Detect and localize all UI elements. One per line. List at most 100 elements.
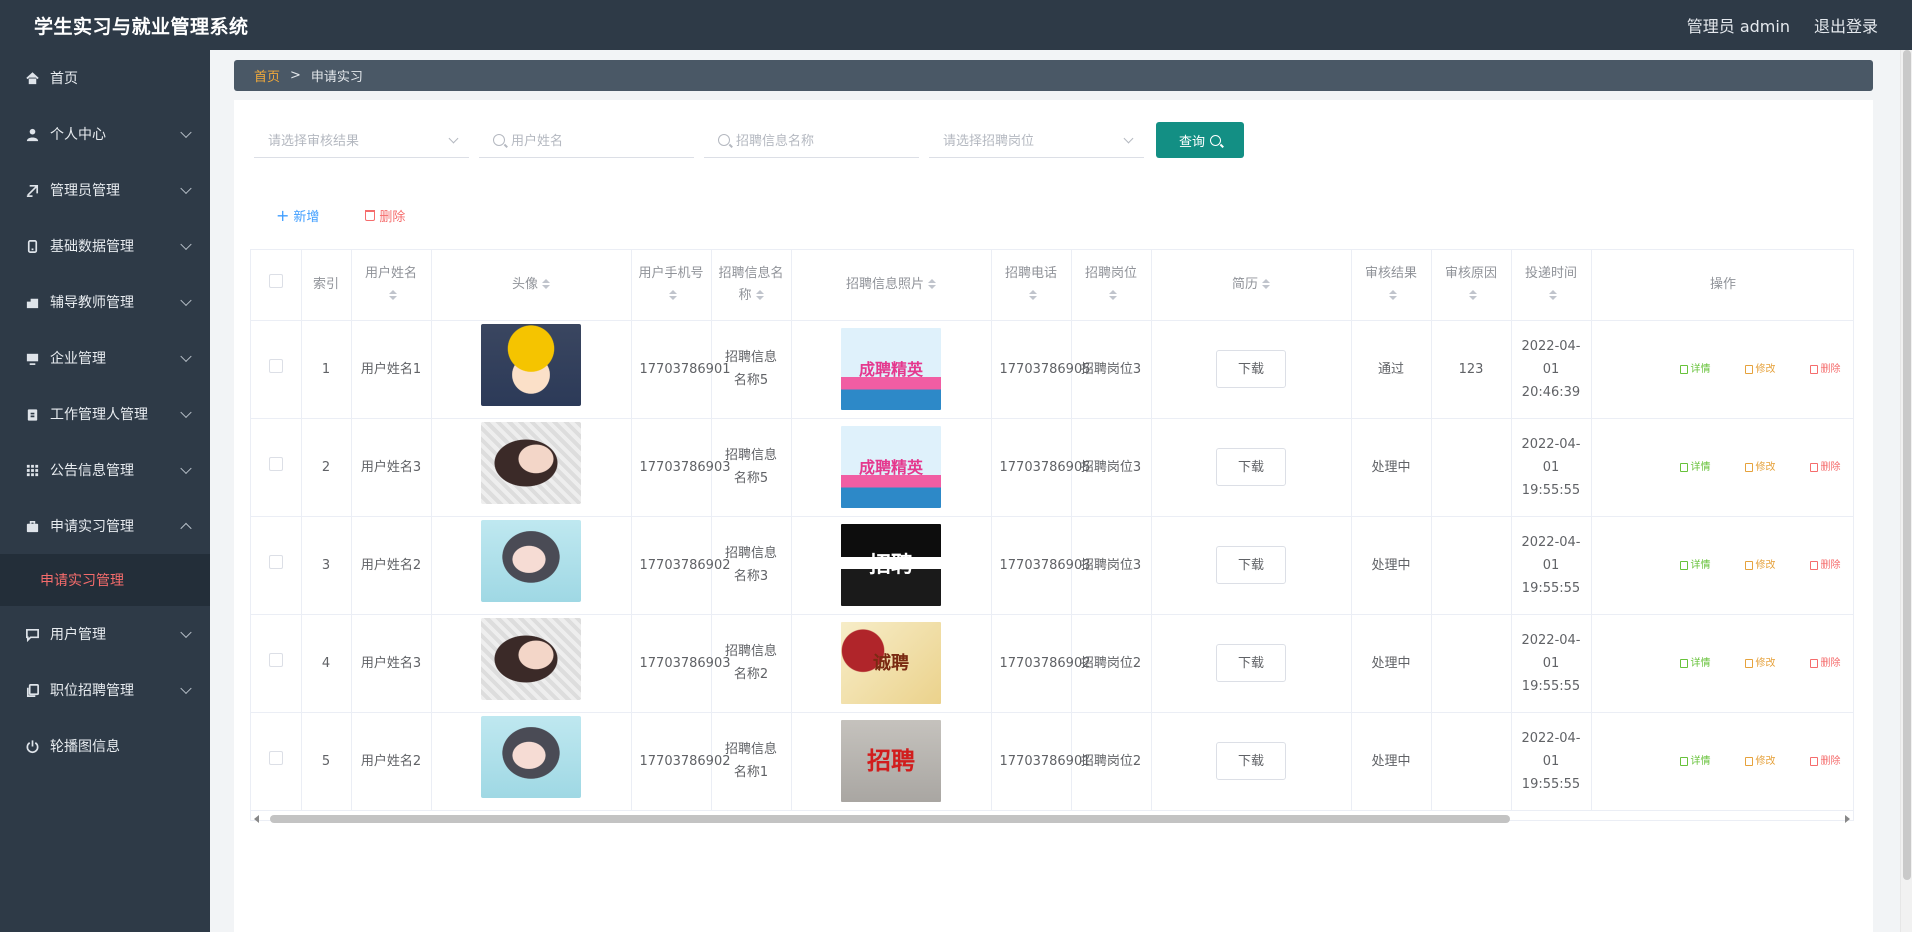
header-actions: 管理员 admin 退出登录 — [1687, 13, 1878, 37]
row-select[interactable] — [251, 320, 302, 419]
cell-avatar — [431, 516, 632, 615]
batch-delete-button[interactable]: 删除 — [365, 206, 405, 225]
col-job-info-photo[interactable]: 招聘信息照片 — [791, 250, 992, 321]
scroll-left-icon[interactable] — [254, 815, 259, 823]
select-all-checkbox[interactable] — [268, 273, 283, 288]
scrollbar-thumb[interactable] — [270, 815, 1510, 823]
col-audit-reason[interactable]: 审核原因 — [1431, 250, 1512, 321]
resume-download-button[interactable]: 下载 — [1216, 644, 1286, 682]
avatar[interactable] — [481, 520, 581, 602]
breadcrumb-home[interactable]: 首页 — [254, 66, 280, 85]
avatar[interactable] — [481, 324, 581, 406]
cell-index: 4 — [301, 614, 352, 713]
col-audit-result[interactable]: 审核结果 — [1351, 250, 1432, 321]
cell-job-info-photo: 成聘精英 — [791, 320, 992, 419]
view-detail-button[interactable]: 详情 — [1679, 554, 1711, 577]
sidebar-item-home[interactable]: 首页 — [0, 50, 210, 106]
row-checkbox[interactable] — [268, 750, 283, 765]
resume-download-button[interactable]: 下载 — [1216, 546, 1286, 584]
col-ops: 操作 — [1591, 250, 1853, 321]
delete-button[interactable]: 删除 — [1809, 652, 1841, 675]
document-icon — [1679, 756, 1688, 766]
search-icon — [1210, 134, 1221, 146]
col-user-name[interactable]: 用户姓名 — [351, 250, 432, 321]
row-checkbox[interactable] — [268, 358, 283, 373]
current-user[interactable]: 管理员 admin — [1687, 13, 1790, 37]
avatar[interactable] — [481, 716, 581, 798]
sidebar-item-job-recruit[interactable]: 职位招聘管理 — [0, 662, 210, 718]
sidebar-item-internship-apply[interactable]: 申请实习管理 — [0, 498, 210, 554]
row-checkbox[interactable] — [268, 652, 283, 667]
logout-link[interactable]: 退出登录 — [1814, 13, 1878, 37]
view-detail-button[interactable]: 详情 — [1679, 358, 1711, 381]
col-avatar[interactable]: 头像 — [431, 250, 632, 321]
avatar[interactable] — [481, 422, 581, 504]
sidebar-item-banners[interactable]: 轮播图信息 — [0, 718, 210, 774]
cell-user-phone: 17703786903 — [631, 418, 730, 517]
col-job-position[interactable]: 招聘岗位 — [1071, 250, 1152, 321]
sidebar-item-work-managers[interactable]: 工作管理人管理 — [0, 386, 210, 442]
job-info-name-input[interactable]: 招聘信息名称 — [704, 122, 919, 158]
cell-resume: 下载 — [1151, 418, 1352, 517]
chevron-down-icon — [180, 462, 192, 475]
view-detail-button[interactable]: 详情 — [1679, 456, 1711, 479]
add-button[interactable]: + 新增 — [276, 206, 319, 225]
cell-audit-reason — [1431, 516, 1512, 615]
col-job-phone[interactable]: 招聘电话 — [991, 250, 1072, 321]
delete-button[interactable]: 删除 — [1809, 456, 1841, 479]
edit-button[interactable]: 修改 — [1744, 358, 1776, 381]
delete-button[interactable]: 删除 — [1809, 750, 1841, 773]
delete-button[interactable]: 删除 — [1809, 554, 1841, 577]
top-bar: 学生实习与就业管理系统 管理员 admin 退出登录 — [0, 0, 1912, 50]
row-select[interactable] — [251, 614, 302, 713]
row-checkbox[interactable] — [268, 554, 283, 569]
view-detail-button[interactable]: 详情 — [1679, 750, 1711, 773]
select-all-header[interactable] — [251, 250, 302, 321]
row-checkbox[interactable] — [268, 456, 283, 471]
col-submit-time[interactable]: 投递时间 — [1511, 250, 1592, 321]
edit-button[interactable]: 修改 — [1744, 750, 1776, 773]
resume-download-button[interactable]: 下载 — [1216, 448, 1286, 486]
col-resume[interactable]: 简历 — [1151, 250, 1352, 321]
resume-download-button[interactable]: 下载 — [1216, 350, 1286, 388]
row-select[interactable] — [251, 516, 302, 615]
sidebar-item-users[interactable]: 用户管理 — [0, 606, 210, 662]
query-button[interactable]: 查询 — [1156, 122, 1244, 158]
pencil-icon — [1744, 364, 1753, 374]
vertical-scrollbar[interactable] — [1900, 50, 1912, 932]
sidebar-item-companies[interactable]: 企业管理 — [0, 330, 210, 386]
row-select[interactable] — [251, 712, 302, 811]
edit-button[interactable]: 修改 — [1744, 554, 1776, 577]
cell-audit-result: 通过 — [1351, 320, 1432, 419]
view-detail-button[interactable]: 详情 — [1679, 652, 1711, 675]
job-poster-image[interactable]: 诚聘 — [841, 622, 941, 704]
job-poster-image[interactable]: 招聘 — [841, 720, 941, 802]
sidebar-item-basic-data[interactable]: 基础数据管理 — [0, 218, 210, 274]
user-name-input[interactable]: 用户姓名 — [479, 122, 694, 158]
sidebar-item-profile[interactable]: 个人中心 — [0, 106, 210, 162]
cell-job-position: 招聘岗位3 — [1071, 516, 1152, 615]
horizontal-scrollbar[interactable] — [250, 813, 1854, 825]
job-poster-image[interactable]: 招聘 — [841, 524, 941, 606]
row-select[interactable] — [251, 418, 302, 517]
col-job-info-name[interactable]: 招聘信息名称 — [711, 250, 792, 321]
scrollbar-thumb[interactable] — [1903, 50, 1911, 880]
resume-download-button[interactable]: 下载 — [1216, 742, 1286, 780]
sidebar-item-teachers[interactable]: 辅导教师管理 — [0, 274, 210, 330]
sidebar-subitem-internship-apply[interactable]: 申请实习管理 — [0, 554, 210, 606]
job-poster-image[interactable]: 成聘精英 — [841, 426, 941, 508]
edit-button[interactable]: 修改 — [1744, 652, 1776, 675]
job-position-select[interactable]: 请选择招聘岗位 — [929, 122, 1144, 158]
audit-result-select[interactable]: 请选择审核结果 — [254, 122, 469, 158]
sort-icon — [1262, 279, 1270, 290]
table-header-row: 索引 用户姓名 头像 用户手机号 招聘信息名称 招聘信息照片 招聘电话 招聘岗位… — [251, 250, 1853, 321]
sidebar-item-admins[interactable]: 管理员管理 — [0, 162, 210, 218]
avatar[interactable] — [481, 618, 581, 700]
cell-submit-time: 2022-04-01 20:46:39 — [1511, 320, 1592, 419]
sidebar-item-notices[interactable]: 公告信息管理 — [0, 442, 210, 498]
edit-button[interactable]: 修改 — [1744, 456, 1776, 479]
scroll-right-icon[interactable] — [1845, 815, 1850, 823]
job-poster-image[interactable]: 成聘精英 — [841, 328, 941, 410]
col-user-phone[interactable]: 用户手机号 — [631, 250, 712, 321]
delete-button[interactable]: 删除 — [1809, 358, 1841, 381]
